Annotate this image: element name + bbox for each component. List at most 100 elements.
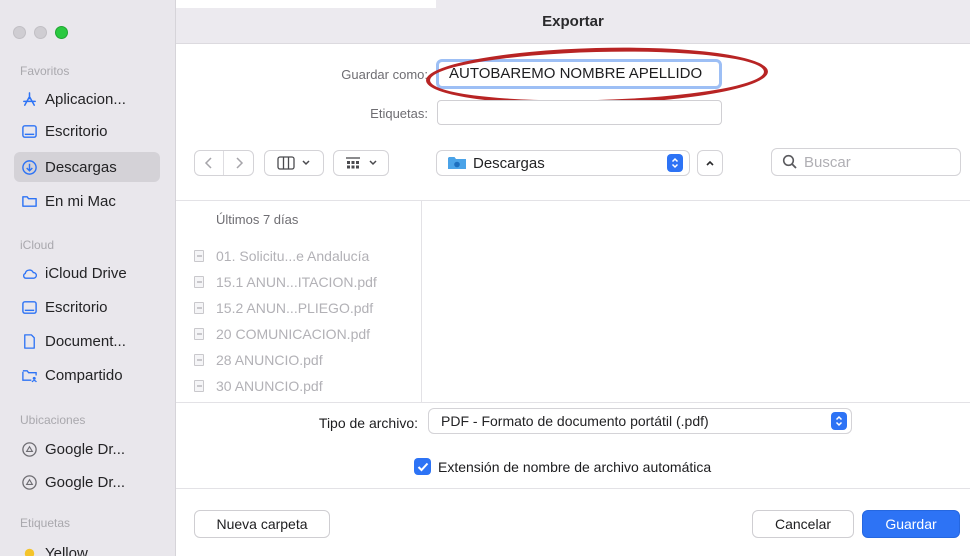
search-icon <box>782 154 797 169</box>
file-name: 01. Solicitu...e Andalucía <box>216 248 370 264</box>
sidebar-section-favorites: Favoritos <box>20 64 70 78</box>
sidebar-item-shared[interactable]: Compartido <box>20 360 160 390</box>
sidebar-item-label: iCloud Drive <box>45 264 127 282</box>
file-type-popup[interactable]: PDF - Formato de documento portátil (.pd… <box>428 408 852 434</box>
sidebar-item-on-my-mac[interactable]: En mi Mac <box>20 186 160 216</box>
file-column: Últimos 7 días 01. Solicitu...e Andalucí… <box>176 201 422 402</box>
sidebar-item-applications[interactable]: Aplicacion... <box>20 84 160 114</box>
applications-icon <box>20 90 38 108</box>
search-field[interactable]: Buscar <box>771 148 961 176</box>
sidebar: Favoritos Aplicacion... Escritorio Desca… <box>0 0 176 556</box>
file-type-value: PDF - Formato de documento portátil (.pd… <box>441 413 709 429</box>
highlight-annotation <box>425 43 769 109</box>
checkmark-icon <box>417 462 428 471</box>
file-icon <box>194 276 204 288</box>
cancel-button[interactable]: Cancelar <box>752 510 854 538</box>
sidebar-item-label: Compartido <box>45 366 123 384</box>
document-icon <box>20 332 38 350</box>
list-item[interactable]: 15.2 ANUN...PLIEGO.pdf <box>194 298 373 318</box>
window-title: Exportar <box>542 13 604 30</box>
file-icon <box>194 380 204 392</box>
close-window-button[interactable] <box>13 26 26 39</box>
sidebar-item-desktop[interactable]: Escritorio <box>20 116 160 146</box>
chevron-up-icon <box>706 160 714 166</box>
sidebar-section-locations: Ubicaciones <box>20 413 86 427</box>
yellow-tag-icon <box>20 544 38 556</box>
file-icon <box>194 354 204 366</box>
file-name: 15.1 ANUN...ITACION.pdf <box>216 274 377 290</box>
tags-label: Etiquetas: <box>370 106 428 121</box>
sidebar-item-icloud-desktop[interactable]: Escritorio <box>20 292 160 322</box>
desktop-icon <box>20 298 38 316</box>
sidebar-item-label: Google Dr... <box>45 473 126 491</box>
sidebar-section-icloud: iCloud <box>20 238 55 252</box>
location-label: Descargas <box>473 154 545 172</box>
chevron-down-icon <box>302 160 310 166</box>
chevron-down-icon <box>369 160 377 166</box>
tags-field[interactable] <box>437 100 722 125</box>
shared-folder-icon <box>20 366 38 384</box>
cloud-icon <box>20 264 38 282</box>
window-controls <box>13 26 68 39</box>
sidebar-item-label: Yellow <box>45 544 88 556</box>
sidebar-item-google-drive-1[interactable]: Google Dr... <box>20 434 160 464</box>
location-stepper-icon <box>667 154 683 172</box>
save-button[interactable]: Guardar <box>862 510 960 538</box>
file-browser: Últimos 7 días 01. Solicitu...e Andalucí… <box>176 200 970 403</box>
sidebar-item-google-drive-2[interactable]: Google Dr... <box>20 467 160 497</box>
sidebar-item-label: Aplicacion... <box>45 90 126 108</box>
sidebar-section-tags: Etiquetas <box>20 516 71 530</box>
collapse-button[interactable] <box>697 150 723 176</box>
forward-button[interactable] <box>224 151 253 175</box>
sidebar-item-documents[interactable]: Document... <box>20 326 160 356</box>
drive-icon <box>20 440 38 458</box>
grid-icon <box>346 157 360 169</box>
extension-label[interactable]: Extensión de nombre de archivo automátic… <box>438 459 711 475</box>
file-name: 15.2 ANUN...PLIEGO.pdf <box>216 300 374 316</box>
minimize-window-button[interactable] <box>34 26 47 39</box>
file-name: 28 ANUNCIO.pdf <box>216 352 323 368</box>
list-item[interactable]: 30 ANUNCIO.pdf <box>194 376 323 396</box>
file-type-stepper-icon <box>831 412 847 430</box>
list-item[interactable]: 28 ANUNCIO.pdf <box>194 350 323 370</box>
file-icon <box>194 302 204 314</box>
back-forward-control <box>194 150 254 176</box>
list-item[interactable]: 20 COMUNICACION.pdf <box>194 324 370 344</box>
desktop-icon <box>20 122 38 140</box>
sidebar-item-label: Document... <box>45 332 126 350</box>
group-by-button[interactable] <box>333 150 389 176</box>
extension-checkbox[interactable] <box>414 458 431 475</box>
column-header: Últimos 7 días <box>216 212 299 227</box>
file-icon <box>194 250 204 262</box>
list-item[interactable]: 15.1 ANUN...ITACION.pdf <box>194 272 377 292</box>
downloads-folder-icon <box>448 157 466 169</box>
location-popup[interactable]: Descargas <box>436 150 690 176</box>
file-icon <box>194 328 204 340</box>
folder-icon <box>20 192 38 210</box>
sidebar-item-label: Google Dr... <box>45 440 126 458</box>
search-placeholder: Buscar <box>804 153 851 171</box>
view-mode-button[interactable] <box>264 150 324 176</box>
chevron-left-icon <box>204 157 212 169</box>
maximize-window-button[interactable] <box>55 26 68 39</box>
back-button[interactable] <box>195 151 225 175</box>
file-name: 30 ANUNCIO.pdf <box>216 378 323 394</box>
sidebar-item-tag-yellow[interactable]: Yellow <box>20 538 160 556</box>
save-as-label: Guardar como: <box>341 67 428 82</box>
title-bar: Exportar <box>176 0 970 44</box>
file-name: 20 COMUNICACION.pdf <box>216 326 371 342</box>
downloads-icon <box>20 158 38 176</box>
new-folder-button[interactable]: Nueva carpeta <box>194 510 330 538</box>
list-item[interactable]: 01. Solicitu...e Andalucía <box>194 246 369 266</box>
sidebar-item-label: Escritorio <box>45 298 108 316</box>
sidebar-item-label: En mi Mac <box>45 192 116 210</box>
sidebar-item-downloads[interactable]: Descargas <box>14 152 160 182</box>
drive-icon <box>20 473 38 491</box>
chevron-right-icon <box>235 157 243 169</box>
file-type-label: Tipo de archivo: <box>318 415 418 431</box>
sidebar-item-icloud-drive[interactable]: iCloud Drive <box>20 258 160 288</box>
window-top-edge <box>176 0 436 8</box>
footer-divider <box>176 488 970 489</box>
sidebar-item-label: Descargas <box>45 158 117 176</box>
sidebar-item-label: Escritorio <box>45 122 108 140</box>
